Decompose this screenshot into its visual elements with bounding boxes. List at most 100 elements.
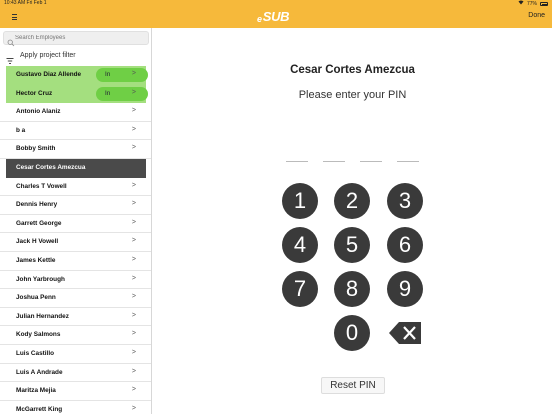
employee-name: b a <box>16 126 26 134</box>
employee-name: Luis Castillo <box>16 349 54 357</box>
employee-name: Gustavo Diaz Allende <box>16 71 82 78</box>
chevron-right-icon: > <box>131 200 136 208</box>
employee-name: Maritza Mejia <box>16 387 56 395</box>
status-time: 10:43 AM Fri Feb 1 <box>4 0 47 6</box>
keypad-key-1[interactable]: 1 <box>282 183 318 219</box>
employee-name: Jack H Vowell <box>16 238 59 246</box>
employee-row[interactable]: James Kettle > <box>0 251 151 271</box>
pin-slot <box>397 161 419 162</box>
chevron-right-icon: > <box>131 70 136 77</box>
chevron-right-icon: > <box>131 181 136 189</box>
keypad-key-8[interactable]: 8 <box>334 271 370 307</box>
chevron-right-icon: > <box>131 88 136 96</box>
employee-name: Bobby Smith <box>16 145 56 153</box>
employee-row[interactable]: John Yarbrough > <box>0 270 151 290</box>
chevron-right-icon: > <box>131 367 136 375</box>
filter-label: Apply project filter <box>20 52 76 59</box>
keypad-key-9[interactable]: 9 <box>387 271 423 307</box>
chevron-right-icon: > <box>131 348 136 356</box>
pin-indicator <box>286 161 420 165</box>
keypad-key-4[interactable]: 4 <box>282 227 318 263</box>
employee-row[interactable]: McGarrett King > <box>0 400 151 414</box>
keypad-key-3[interactable]: 3 <box>387 183 423 219</box>
employee-sidebar: Apply project filter Gustavo Diaz Allend… <box>0 28 152 414</box>
employee-row[interactable]: Charles T Vowell > <box>0 177 151 197</box>
esub-logo: e SUB <box>257 9 290 24</box>
search-bar <box>3 31 149 47</box>
reset-pin-button[interactable]: Reset PIN <box>321 377 385 394</box>
logo-text: SUB <box>262 9 290 24</box>
chevron-right-icon: > <box>131 330 136 338</box>
status-badge: In <box>96 68 148 82</box>
chevron-right-icon: > <box>131 404 136 412</box>
filter-icon <box>6 52 14 64</box>
menu-button[interactable] <box>9 11 21 23</box>
title-bar: e SUB Done <box>0 7 552 28</box>
employee-row[interactable]: Antonio Alaniz > <box>0 103 151 122</box>
employee-row[interactable]: Bobby Smith > <box>0 140 151 159</box>
employee-name: McGarrett King <box>16 405 63 413</box>
chevron-right-icon: > <box>131 293 136 301</box>
pin-slot <box>286 161 308 162</box>
chevron-right-icon: > <box>131 218 136 226</box>
employee-name: John Yarbrough <box>16 275 65 283</box>
employee-row[interactable]: Luis Castillo > <box>0 344 151 364</box>
battery-icon <box>540 2 548 6</box>
chevron-right-icon: > <box>131 237 136 245</box>
pin-entry-panel: Cesar Cortes Amezcua Please enter your P… <box>153 28 552 414</box>
chevron-right-icon: > <box>131 144 136 152</box>
employee-name: James Kettle <box>16 256 56 264</box>
employee-row[interactable]: Dennis Henry > <box>0 196 151 215</box>
chevron-right-icon: > <box>131 311 136 319</box>
employee-row[interactable]: Hector Cruz In > <box>6 84 148 104</box>
search-input[interactable] <box>15 32 147 44</box>
employee-name: Garrett George <box>16 219 62 227</box>
employee-name: Charles T Vowell <box>16 182 67 190</box>
employee-row[interactable]: Maritza Mejia > <box>0 382 151 401</box>
keypad-key-0[interactable]: 0 <box>334 315 370 351</box>
employee-row[interactable]: Kody Salmons > <box>0 326 151 345</box>
employee-row[interactable]: Jack H Vowell > <box>0 233 151 252</box>
keypad-key-5[interactable]: 5 <box>334 227 370 263</box>
menu-icon <box>12 19 17 21</box>
employee-list: Gustavo Diaz Allende In > Hector Cruz In… <box>0 66 151 414</box>
chevron-right-icon: > <box>131 125 136 133</box>
employee-name: Antonio Alaniz <box>16 108 61 116</box>
chevron-right-icon: > <box>131 107 136 115</box>
status-bar: 10:43 AM Fri Feb 1 77% <box>0 0 552 7</box>
employee-row[interactable]: Joshua Penn > <box>0 289 151 308</box>
app-window: 10:43 AM Fri Feb 1 77% e SUB Done Search… <box>0 0 552 414</box>
backspace-button[interactable] <box>389 322 421 344</box>
pin-slot <box>360 161 382 162</box>
employee-name-heading: Cesar Cortes Amezcua <box>290 64 415 76</box>
employee-name: Dennis Henry <box>16 201 58 209</box>
employee-row-selected[interactable]: Cesar Cortes Amezcua <box>6 158 146 178</box>
done-button[interactable]: Done <box>528 12 545 19</box>
employee-name: Luis A Andrade <box>16 368 63 376</box>
chevron-right-icon: > <box>131 386 136 394</box>
employee-row[interactable]: Garrett George > <box>0 214 151 234</box>
employee-row[interactable]: b a > <box>0 121 151 141</box>
pin-prompt: Please enter your PIN <box>298 89 407 101</box>
status-badge: In <box>96 86 148 101</box>
employee-row[interactable]: Gustavo Diaz Allende In > <box>6 66 148 85</box>
employee-name: Julian Hernandez <box>16 312 69 320</box>
menu-icon <box>12 16 17 18</box>
employee-row[interactable]: Luis A Andrade > <box>0 363 151 383</box>
keypad-key-7[interactable]: 7 <box>282 271 318 307</box>
chevron-right-icon: > <box>131 274 136 282</box>
logo-prefix: e <box>257 14 262 24</box>
menu-icon <box>12 14 17 16</box>
keypad-key-2[interactable]: 2 <box>334 183 370 219</box>
pin-slot <box>323 161 345 162</box>
chevron-right-icon: > <box>131 255 136 263</box>
status-label: In <box>105 89 111 97</box>
backspace-icon <box>389 322 421 344</box>
employee-name: Kody Salmons <box>16 331 61 339</box>
status-label: In <box>105 71 111 78</box>
employee-name: Cesar Cortes Amezcua <box>16 163 86 171</box>
employee-row[interactable]: Julian Hernandez > <box>0 307 151 327</box>
project-filter-button[interactable]: Apply project filter <box>0 48 151 65</box>
keypad-key-6[interactable]: 6 <box>387 227 423 263</box>
employee-name: Joshua Penn <box>16 294 56 302</box>
